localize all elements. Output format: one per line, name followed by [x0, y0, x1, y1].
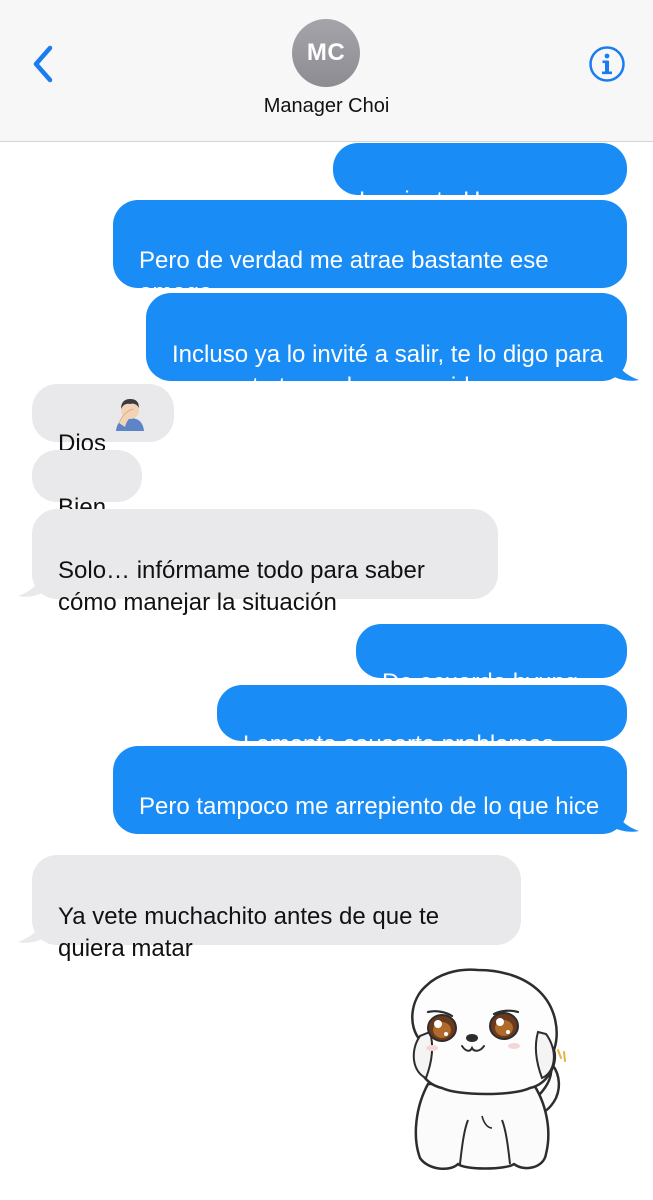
chevron-left-icon[interactable] [26, 40, 62, 88]
bubble-tail [18, 569, 46, 597]
bubble-tail [611, 804, 639, 832]
message-bubble-outgoing[interactable]: Pero tampoco me arrepiento de lo que hic… [113, 746, 627, 834]
contact-avatar[interactable]: MC [292, 19, 360, 87]
message-bubble-outgoing[interactable]: Pero de verdad me atrae bastante ese ome… [113, 200, 627, 306]
message-text: Pero tampoco me arrepiento de lo que hic… [139, 793, 600, 820]
message-text: Ya vete muchachito antes de que te quier… [58, 903, 440, 962]
message-bubble-outgoing[interactable]: Incluso ya lo invité a salir, te lo digo… [146, 293, 627, 400]
bubble-tail [611, 353, 639, 381]
face-palm-emoji [116, 399, 144, 431]
info-circle-icon[interactable] [588, 45, 626, 83]
message-bubble-incoming[interactable]: Solo… infórmame todo para saber cómo man… [32, 509, 498, 616]
message-bubble-incoming[interactable]: Ya vete muchachito antes de que te quier… [32, 855, 521, 962]
message-text: Incluso ya lo invité a salir, te lo digo… [172, 341, 603, 400]
message-bubble-incoming[interactable]: Bien [32, 450, 142, 521]
message-bubble-outgoing[interactable]: De acuerdo hyung [356, 624, 627, 696]
bubble-tail [18, 915, 46, 943]
message-bubble-outgoing[interactable]: Lo siento Hyungggg [333, 143, 627, 214]
message-text: Solo… infórmame todo para saber cómo man… [58, 557, 425, 616]
message-bubble-outgoing[interactable]: Lamento causarte problemas [217, 685, 627, 758]
contact-name[interactable]: Manager Choi [0, 95, 653, 118]
chat-header: MC Manager Choi [0, 0, 653, 142]
contact-initials: MC [306, 39, 346, 66]
white-puppy-sticker[interactable] [398, 966, 570, 1176]
message-bubble-incoming[interactable]: Dios [32, 384, 174, 457]
